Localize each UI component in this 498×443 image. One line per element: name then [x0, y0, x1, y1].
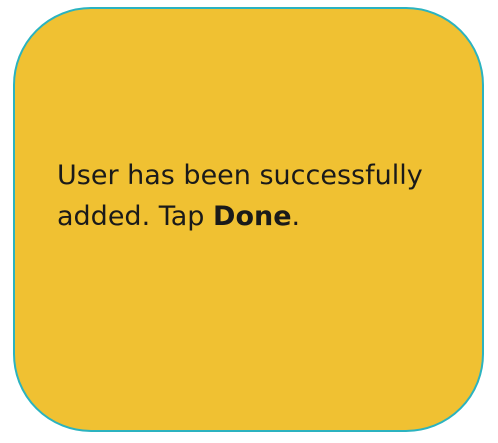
instruction-line-1: User has been successfully [57, 160, 423, 191]
instruction-page: User has been successfully added. Tap Don… [0, 0, 498, 443]
instruction-line-2-prefix: added. Tap [57, 201, 214, 232]
instruction-text: User has been successfully added. Tap Don… [57, 155, 477, 237]
done-emphasis: Done [213, 201, 292, 232]
instruction-callout: User has been successfully added. Tap Don… [13, 7, 484, 432]
instruction-line-2-suffix: . [291, 201, 301, 232]
